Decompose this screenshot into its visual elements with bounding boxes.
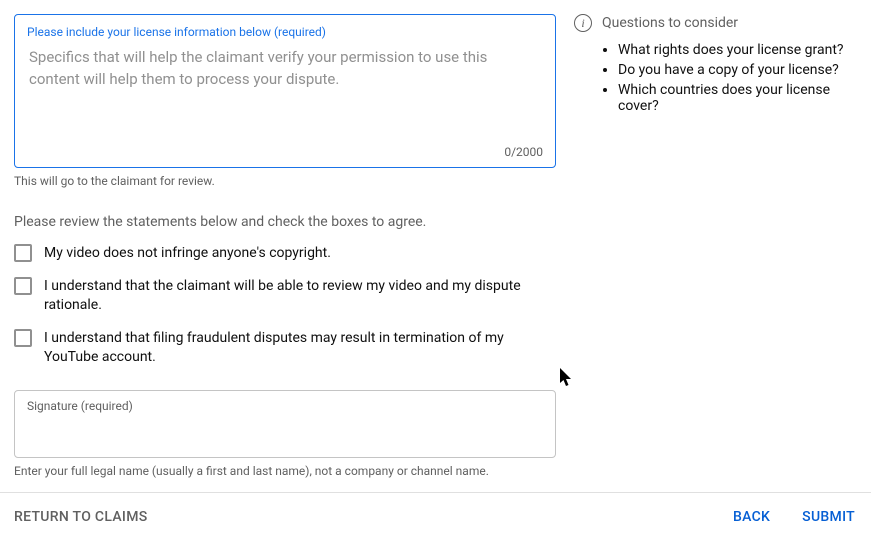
question-item: What rights does your license grant? bbox=[618, 42, 857, 58]
statement-row-3[interactable]: I understand that filing fraudulent disp… bbox=[14, 329, 556, 367]
license-textarea-container[interactable]: Please include your license information … bbox=[14, 14, 556, 168]
footer-bar: RETURN TO CLAIMS BACK SUBMIT bbox=[0, 492, 871, 540]
questions-list: What rights does your license grant? Do … bbox=[574, 42, 857, 114]
statement-row-2[interactable]: I understand that the claimant will be a… bbox=[14, 277, 556, 315]
license-textarea[interactable] bbox=[27, 45, 543, 117]
main-content: Please include your license information … bbox=[0, 0, 871, 492]
sidebar-column: i Questions to consider What rights does… bbox=[556, 14, 857, 492]
signature-container[interactable]: Signature (required) bbox=[14, 390, 556, 458]
statement-label-3: I understand that filing fraudulent disp… bbox=[44, 329, 556, 367]
signature-input[interactable] bbox=[27, 415, 543, 433]
questions-heading-row: i Questions to consider bbox=[574, 14, 857, 32]
question-item: Which countries does your license cover? bbox=[618, 82, 857, 114]
statement-checkbox-1[interactable] bbox=[14, 244, 32, 262]
statement-checkboxes: My video does not infringe anyone's copy… bbox=[14, 244, 556, 366]
statement-row-1[interactable]: My video does not infringe anyone's copy… bbox=[14, 244, 556, 263]
return-to-claims-link[interactable]: RETURN TO CLAIMS bbox=[14, 509, 148, 525]
signature-label: Signature (required) bbox=[27, 399, 543, 413]
footer-actions: BACK SUBMIT bbox=[731, 501, 857, 533]
review-intro: Please review the statements below and c… bbox=[14, 214, 556, 230]
signature-helper-text: Enter your full legal name (usually a fi… bbox=[14, 464, 556, 478]
question-item: Do you have a copy of your license? bbox=[618, 62, 857, 78]
submit-button[interactable]: SUBMIT bbox=[800, 501, 857, 533]
statement-label-2: I understand that the claimant will be a… bbox=[44, 277, 556, 315]
statement-label-1: My video does not infringe anyone's copy… bbox=[44, 244, 331, 263]
info-icon: i bbox=[574, 14, 592, 32]
back-button[interactable]: BACK bbox=[731, 501, 772, 533]
license-helper-text: This will go to the claimant for review. bbox=[14, 174, 556, 188]
questions-heading: Questions to consider bbox=[602, 15, 738, 31]
form-column: Please include your license information … bbox=[14, 14, 556, 492]
statement-checkbox-3[interactable] bbox=[14, 329, 32, 347]
license-char-count: 0/2000 bbox=[504, 145, 543, 159]
license-label: Please include your license information … bbox=[27, 25, 543, 39]
statement-checkbox-2[interactable] bbox=[14, 277, 32, 295]
